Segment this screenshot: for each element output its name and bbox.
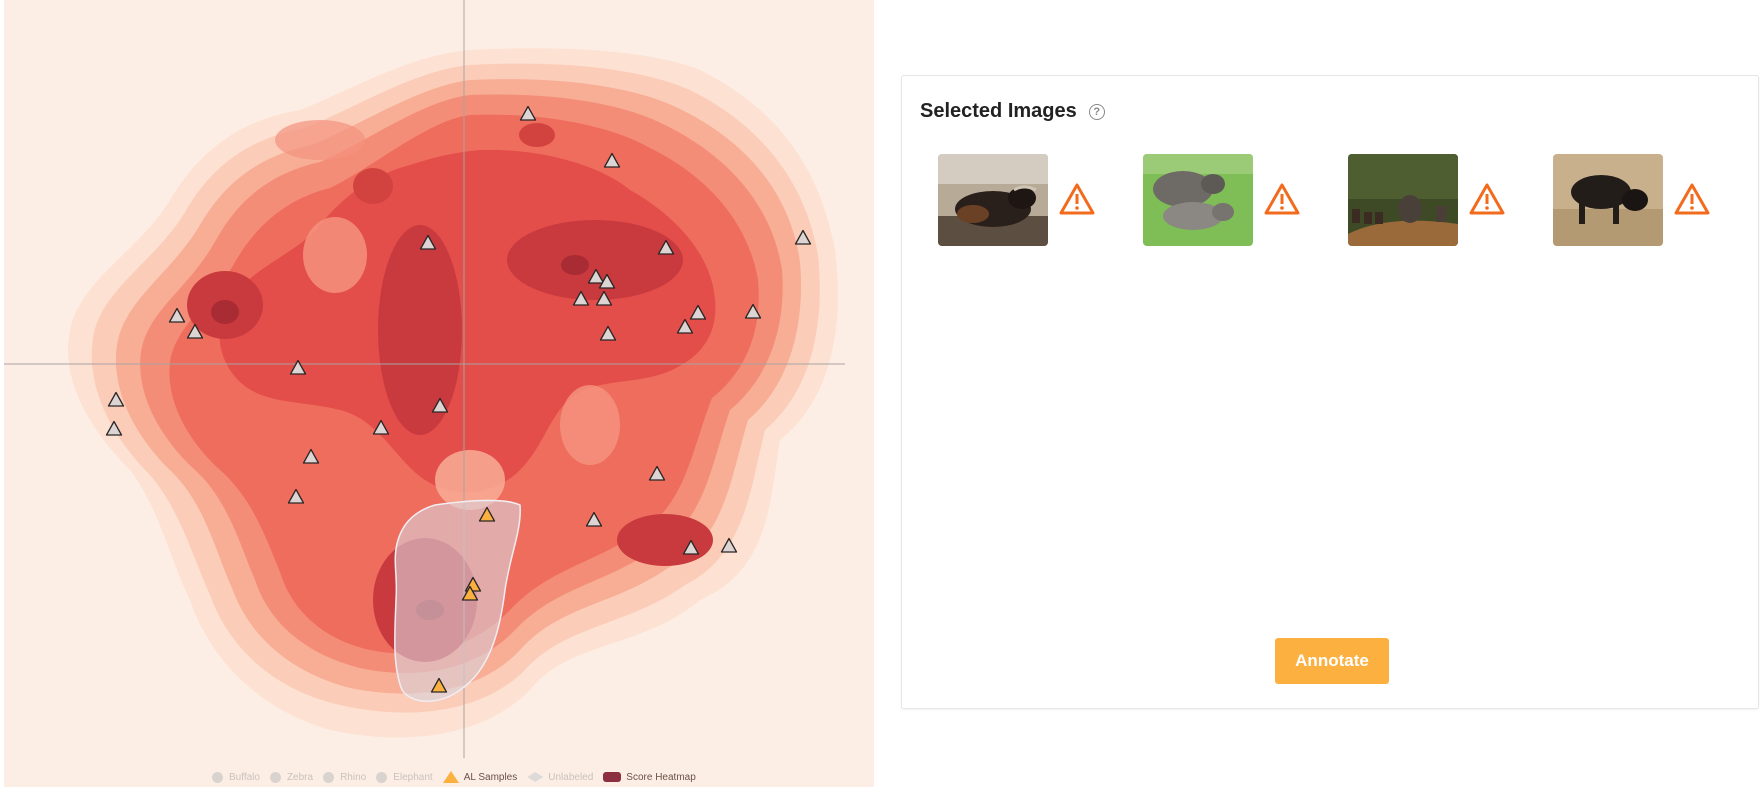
triangle-icon (442, 771, 459, 783)
legend-item[interactable]: Unlabeled (527, 772, 593, 783)
circle-icon (376, 771, 388, 783)
warning-triangle-icon[interactable] (1468, 182, 1506, 216)
thumbnail-image-elephants-road[interactable] (1348, 154, 1458, 246)
legend-item[interactable]: AL Samples (442, 771, 518, 783)
heatmap-hotspot-4 (617, 514, 713, 566)
circle-icon (212, 771, 223, 783)
legend: Buffalo Zebra Rhino Elephant AL Samples Unlab… (212, 771, 706, 783)
legend-item[interactable]: Zebra (269, 771, 314, 783)
thumbnail-list (938, 154, 1738, 254)
heatmap-light-3 (560, 385, 620, 465)
legend-item[interactable]: Score Heatmap (603, 771, 696, 783)
heatmap-peak-5 (519, 123, 555, 147)
thumbnail-image-buffalo-standing[interactable] (1553, 154, 1663, 246)
legend-label: Buffalo (229, 771, 260, 783)
warning-triangle-icon[interactable] (1058, 182, 1096, 216)
annotate-button[interactable]: Annotate (1275, 638, 1389, 684)
heatmap-light-1 (303, 217, 367, 293)
circle-icon (269, 771, 281, 783)
heatmap-peak-4 (353, 168, 393, 204)
heatmap-peak-2 (211, 300, 239, 324)
legend-label: Elephant (393, 771, 433, 783)
legend-label: Zebra (286, 771, 314, 783)
legend-label: Unlabeled (548, 771, 594, 783)
legend-label: Score Heatmap (626, 771, 696, 783)
embedding-scatter-view[interactable] (0, 0, 878, 789)
circle-icon (323, 771, 335, 783)
legend-item[interactable]: Elephant (376, 771, 433, 783)
rect-icon (603, 772, 622, 782)
thumbnail-image-buffalo-lying[interactable] (938, 154, 1048, 246)
panel-title-text: Selected Images (920, 100, 1077, 122)
legend-item[interactable]: Rhino (323, 771, 367, 783)
heatmap-hotspot-2 (507, 220, 683, 300)
thumbnail-image-buffalos-grass[interactable] (1143, 154, 1253, 246)
legend-label: AL Samples (463, 771, 518, 783)
panel-title: Selected Images ? (920, 100, 1105, 123)
legend-item[interactable]: Buffalo (212, 771, 260, 783)
heatmap-hotspot-1 (378, 225, 462, 435)
warning-triangle-icon[interactable] (1673, 182, 1711, 216)
question-circle-icon[interactable]: ? (1088, 103, 1105, 120)
heatmap-peak-1 (561, 255, 589, 275)
legend-label: Rhino (340, 771, 367, 783)
heatmap-light-2 (275, 120, 365, 160)
diamond-icon (527, 772, 544, 782)
selected-images-panel: Selected Images ? Annotate (901, 75, 1759, 709)
warning-triangle-icon[interactable] (1263, 182, 1301, 216)
